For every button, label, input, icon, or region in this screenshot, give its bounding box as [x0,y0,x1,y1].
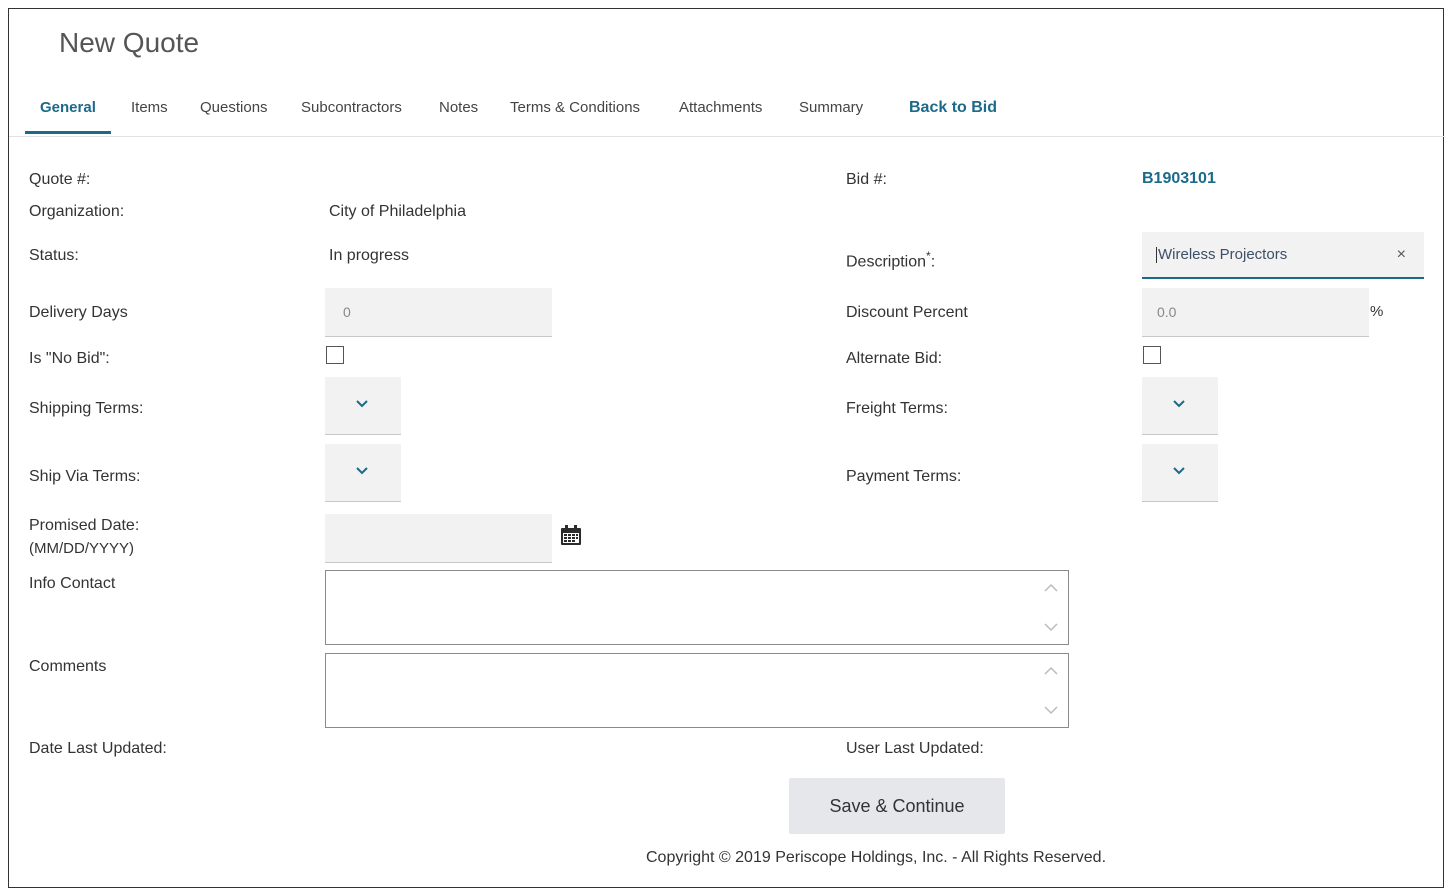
user-last-updated-label: User Last Updated: [846,740,984,757]
chevron-down-icon [1173,467,1185,475]
alternate-bid-label: Alternate Bid: [846,350,943,367]
tab-terms-conditions[interactable]: Terms & Conditions [510,97,640,137]
date-last-updated-label: Date Last Updated: [29,740,167,757]
delivery-days-input[interactable]: 0 [325,288,552,337]
description-label-text: Description [846,253,927,271]
tab-subcontractors[interactable]: Subcontractors [301,97,402,137]
info-contact-label: Info Contact [29,575,116,592]
promised-date-input[interactable] [325,514,552,563]
chevron-down-icon [356,400,368,408]
description-input[interactable]: Wireless Projectors × [1142,232,1424,279]
status-value: In progress [329,247,410,264]
tab-items[interactable]: Items [131,97,168,137]
shipping-terms-select[interactable] [325,377,401,435]
scroll-up-icon[interactable] [1044,666,1058,676]
close-icon[interactable]: × [1397,232,1406,277]
ship-via-terms-label: Ship Via Terms: [29,468,141,485]
percent-unit: % [1370,303,1384,320]
page-title: New Quote [59,27,200,58]
tab-notes[interactable]: Notes [439,97,478,137]
discount-percent-input[interactable]: 0.0 [1142,288,1369,337]
freight-terms-label: Freight Terms: [846,400,948,417]
tab-summary[interactable]: Summary [799,97,863,137]
text-cursor [1156,247,1157,264]
freight-terms-select[interactable] [1142,377,1218,435]
ship-via-terms-select[interactable] [325,444,401,502]
bid-number-link[interactable]: B1903101 [1142,170,1216,188]
back-to-bid-link[interactable]: Back to Bid [909,97,997,137]
tab-attachments[interactable]: Attachments [679,97,762,137]
save-continue-button[interactable]: Save & Continue [789,778,1005,834]
delivery-days-label: Delivery Days [29,304,128,321]
info-contact-textarea[interactable] [325,570,1069,645]
discount-percent-label: Discount Percent [846,304,968,321]
bid-number-label: Bid #: [846,171,887,188]
copyright-text: Copyright © 2019 Periscope Holdings, Inc… [646,849,1107,866]
description-label-colon: : [930,253,936,271]
alternate-bid-checkbox[interactable] [1143,346,1161,364]
description-value: Wireless Projectors [1158,246,1288,263]
promised-date-label: Promised Date: [29,517,140,534]
scroll-up-icon[interactable] [1044,583,1058,593]
tab-bar: General Items Questions Subcontractors N… [9,97,1445,137]
chevron-down-icon [356,467,368,475]
no-bid-label: Is "No Bid": [29,350,110,367]
status-label: Status: [29,247,79,264]
tab-general[interactable]: General [25,97,111,137]
organization-value: City of Philadelphia [329,203,466,220]
shipping-terms-label: Shipping Terms: [29,400,144,417]
calendar-icon[interactable] [560,524,582,546]
comments-textarea[interactable] [325,653,1069,728]
scroll-down-icon[interactable] [1044,705,1058,715]
no-bid-checkbox[interactable] [326,346,344,364]
description-label: Description*: [846,246,935,272]
delivery-days-value: 0 [343,304,351,320]
chevron-down-icon [1173,400,1185,408]
quote-window: New Quote General Items Questions Subcon… [8,8,1445,888]
discount-percent-value: 0.0 [1157,304,1177,320]
tab-questions[interactable]: Questions [200,97,268,137]
organization-label: Organization: [29,203,125,220]
comments-label: Comments [29,658,107,675]
quote-number-label: Quote #: [29,171,91,188]
payment-terms-label: Payment Terms: [846,468,962,485]
payment-terms-select[interactable] [1142,444,1218,502]
scroll-down-icon[interactable] [1044,622,1058,632]
promised-date-format: (MM/DD/YYYY) [29,540,134,557]
